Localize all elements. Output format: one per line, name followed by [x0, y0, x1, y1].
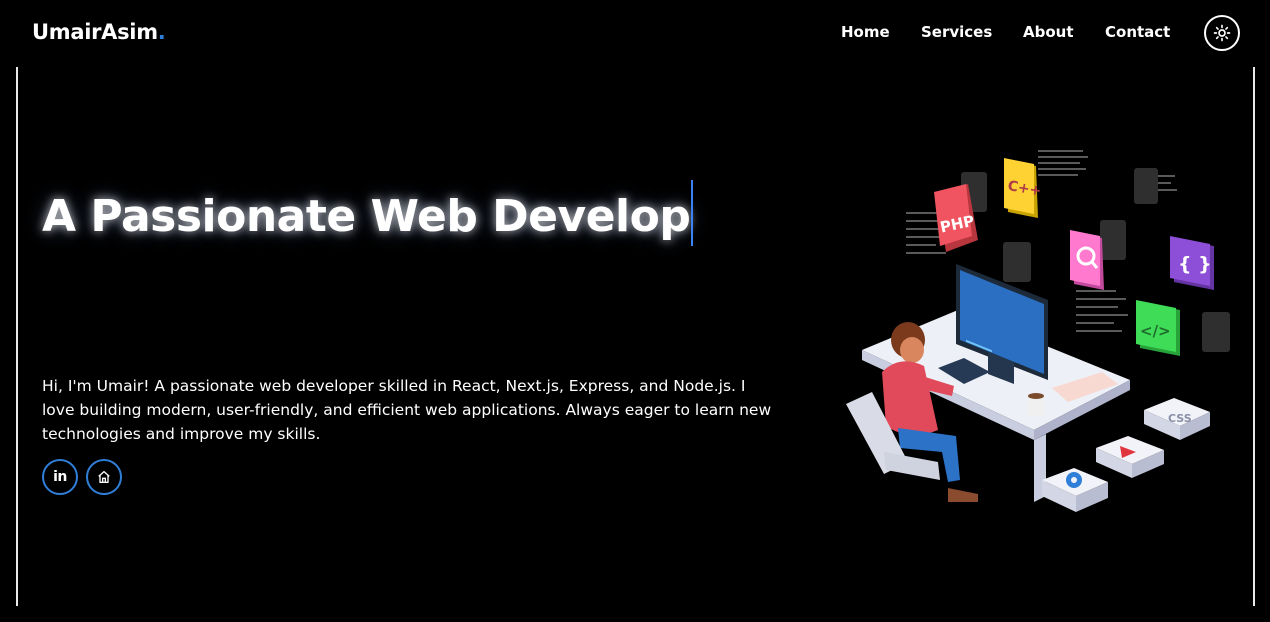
svg-text:</>: </> [1140, 322, 1171, 340]
curly-braces-badge: { } [1170, 236, 1214, 290]
linkedin-button[interactable]: in [42, 459, 78, 495]
theme-toggle-button[interactable] [1204, 15, 1240, 51]
hero-title-text: A Passionate Web Develop [42, 191, 691, 242]
nav-contact[interactable]: Contact [1105, 23, 1170, 41]
nav-services[interactable]: Services [921, 23, 992, 41]
svg-text:CSS: CSS [1168, 412, 1192, 425]
sun-icon [1213, 24, 1231, 42]
search-badge [1070, 230, 1104, 290]
svg-text:{ }: { } [1178, 253, 1212, 275]
css-box: CSS [1144, 398, 1210, 440]
frame-right-border [1253, 67, 1255, 606]
typing-caret [691, 180, 694, 246]
gear-box [1042, 468, 1108, 512]
nav-home[interactable]: Home [841, 23, 890, 41]
home-link-button[interactable] [86, 459, 122, 495]
frame-left-border [16, 67, 18, 606]
play-box [1096, 436, 1164, 478]
linkedin-icon: in [53, 469, 67, 485]
hero-title: A Passionate Web Develop [42, 180, 694, 252]
navbar: UmairAsim. Home Services About Contact [0, 0, 1270, 66]
mug [1028, 393, 1044, 416]
home-icon [98, 471, 110, 483]
nav-about[interactable]: About [1023, 23, 1074, 41]
hero-intro: Hi, I'm Umair! A passionate web develope… [42, 377, 772, 443]
cpp-badge: C++ [1004, 158, 1042, 218]
developer-illustration: PHP C++ { } </> CSS [846, 150, 1230, 512]
code-tag-badge: </> [1136, 300, 1180, 356]
nav-links: Home Services About Contact [0, 23, 1270, 45]
